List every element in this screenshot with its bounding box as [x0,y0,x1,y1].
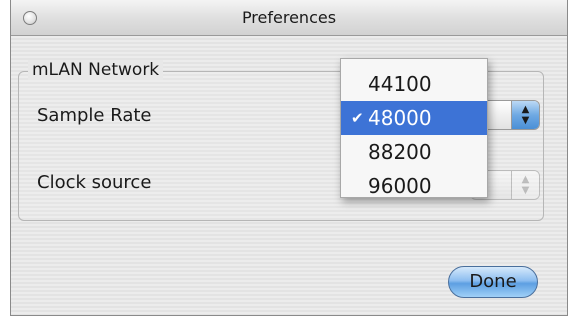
group-title: mLAN Network [28,60,164,80]
done-button[interactable]: Done [448,266,538,298]
menu-item-label: 96000 [368,174,432,198]
menu-item-48000[interactable]: ✔ 48000 [341,101,487,135]
menu-item-96000[interactable]: 96000 [341,169,487,203]
window-title: Preferences [241,8,337,27]
up-down-arrows-icon: ▲ ▼ [511,101,539,129]
menu-item-label: 88200 [368,140,432,164]
menu-item-label: 48000 [368,106,432,130]
checkmark-icon: ✔ [351,109,364,127]
clock-source-label: Clock source [37,172,152,193]
title-bar[interactable]: Preferences [11,0,567,36]
menu-item-label: 44100 [368,72,432,96]
menu-item-88200[interactable]: 88200 [341,135,487,169]
up-down-arrows-icon: ▲ ▼ [511,171,539,199]
sample-rate-label: Sample Rate [37,105,152,126]
menu-item-44100[interactable]: 44100 [341,67,487,101]
sample-rate-menu: 44100 ✔ 48000 88200 96000 [340,58,488,198]
